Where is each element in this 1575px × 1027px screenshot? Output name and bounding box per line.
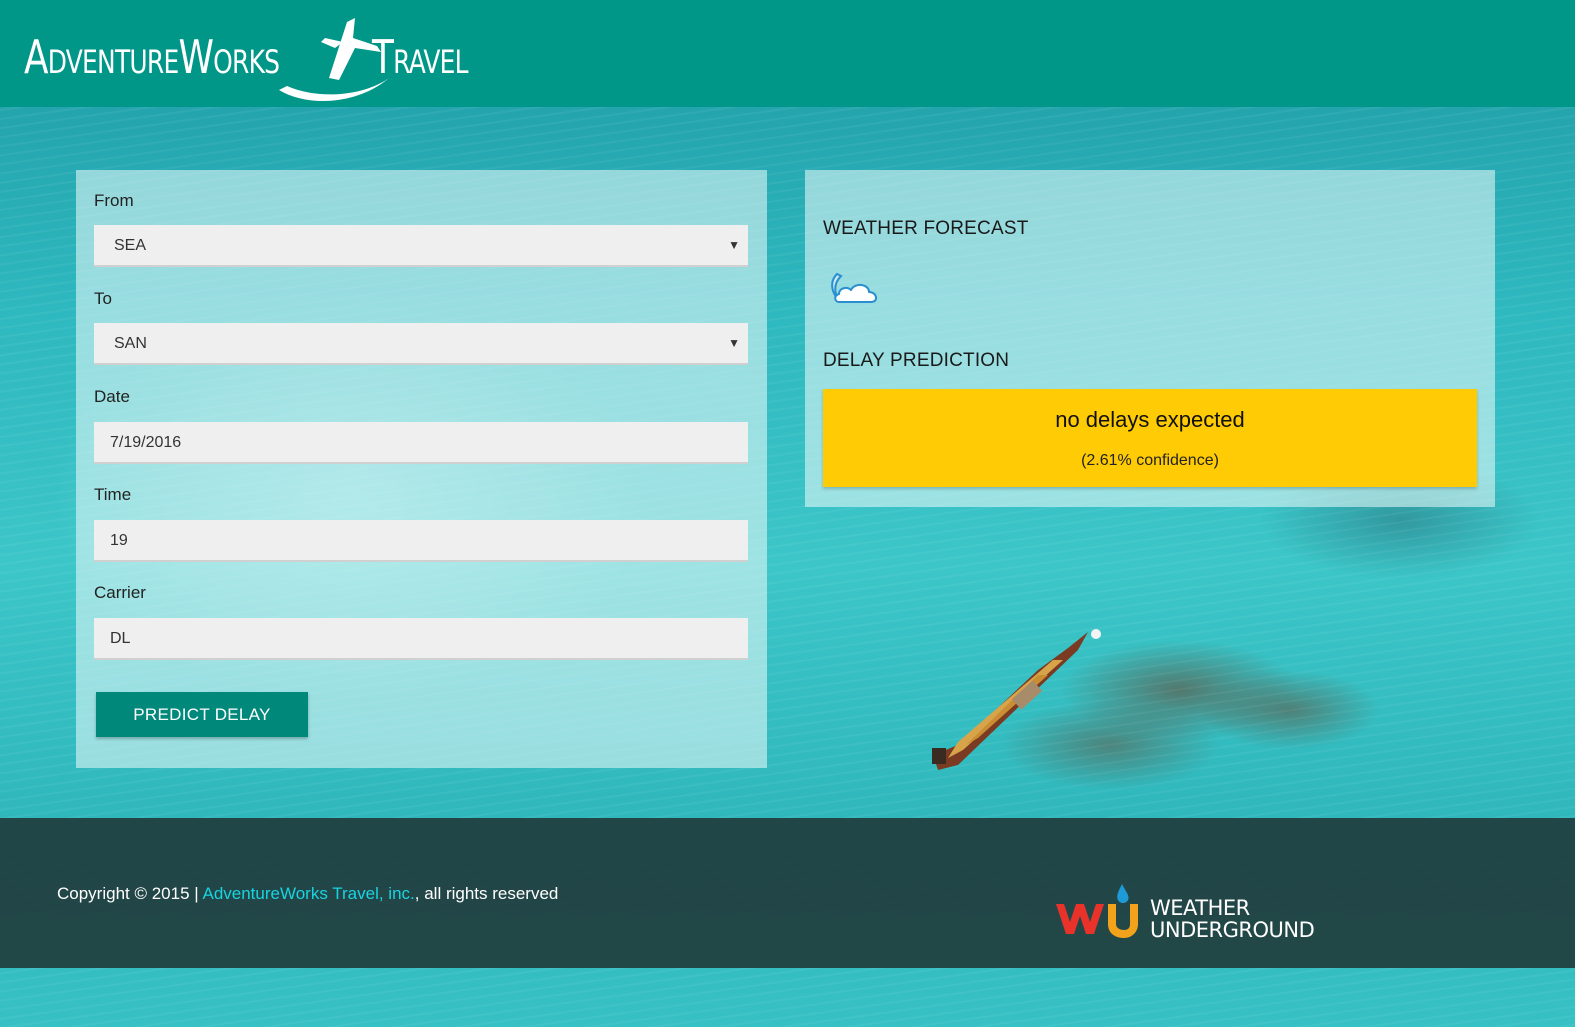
copyright-prefix: Copyright © 2015 | xyxy=(57,884,199,903)
from-label: From xyxy=(94,191,134,210)
date-input[interactable] xyxy=(110,434,748,452)
results-panel: WEATHER FORECAST DELAY PREDICTION no del… xyxy=(805,170,1495,507)
confidence-text: (2.61% confidence) xyxy=(1081,452,1219,469)
to-select-value: SAN xyxy=(114,335,147,352)
delay-prediction-title: DELAY PREDICTION xyxy=(823,350,1010,371)
delay-status-text: no delays expected xyxy=(1055,407,1245,432)
carrier-field[interactable] xyxy=(94,618,748,660)
chevron-down-icon: ▼ xyxy=(728,336,740,350)
brand-name-left: AdventureWorks xyxy=(24,30,280,84)
delay-result-box: no delays expected (2.61% confidence) xyxy=(823,389,1477,487)
moon-cloud-icon xyxy=(831,272,877,303)
copyright-text: Copyright © 2015 | AdventureWorks Travel… xyxy=(57,884,558,904)
time-input[interactable] xyxy=(110,532,748,550)
copyright-suffix: , all rights reserved xyxy=(414,884,559,903)
boat-image xyxy=(932,629,1101,770)
site-header: AdventureWorks Travel xyxy=(0,0,1575,107)
from-select[interactable]: SEA ▼ xyxy=(94,225,748,267)
weather-underground-logo[interactable]: WEATHER UNDERGROUND xyxy=(1052,878,1332,944)
from-select-value: SEA xyxy=(114,237,147,254)
to-label: To xyxy=(94,289,112,308)
predict-delay-button[interactable]: PREDICT DELAY xyxy=(96,692,308,737)
weather-forecast-title: WEATHER FORECAST xyxy=(823,218,1029,239)
time-field[interactable] xyxy=(94,520,748,562)
company-link[interactable]: AdventureWorks Travel, inc. xyxy=(202,884,414,903)
date-label: Date xyxy=(94,387,130,406)
to-select[interactable]: SAN ▼ xyxy=(94,323,748,365)
brand-name-right: Travel xyxy=(372,30,469,84)
chevron-down-icon: ▼ xyxy=(728,238,740,252)
flight-form-panel: From SEA ▼ To SAN ▼ Date Time Carrier PR… xyxy=(76,170,767,768)
wu-mark-icon xyxy=(1056,884,1138,938)
carrier-input[interactable] xyxy=(110,630,748,648)
carrier-label: Carrier xyxy=(94,583,146,602)
site-footer: Copyright © 2015 | AdventureWorks Travel… xyxy=(0,818,1575,968)
time-label: Time xyxy=(94,485,132,504)
date-field[interactable] xyxy=(94,422,748,464)
wu-text-line2: UNDERGROUND xyxy=(1150,918,1315,942)
brand-logo[interactable]: AdventureWorks Travel xyxy=(24,8,494,104)
wu-text-line1: WEATHER xyxy=(1150,896,1250,920)
